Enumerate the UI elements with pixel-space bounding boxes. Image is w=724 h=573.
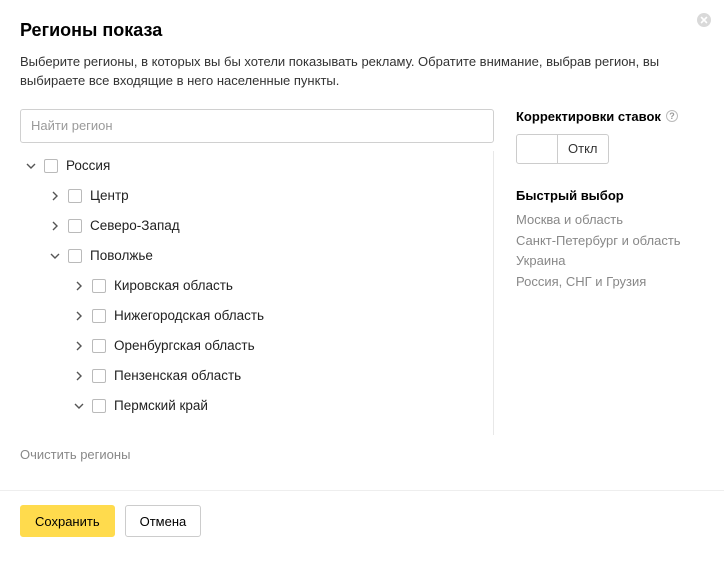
quick-select-title: Быстрый выбор: [516, 188, 696, 203]
bid-percent-input[interactable]: [516, 134, 558, 164]
checkbox[interactable]: [68, 219, 82, 233]
bid-toggle-button[interactable]: Откл: [558, 134, 609, 164]
tree-node-label: Оренбургская область: [114, 338, 255, 353]
chevron-right-icon[interactable]: [72, 279, 86, 293]
quick-link[interactable]: Россия, СНГ и Грузия: [516, 273, 696, 292]
chevron-down-icon[interactable]: [24, 159, 38, 173]
checkbox[interactable]: [92, 369, 106, 383]
search-input[interactable]: [20, 109, 494, 143]
quick-link[interactable]: Украина: [516, 252, 696, 271]
checkbox[interactable]: [92, 309, 106, 323]
chevron-down-icon[interactable]: [48, 249, 62, 263]
tree-node[interactable]: Пензенская область: [20, 361, 491, 391]
checkbox[interactable]: [68, 189, 82, 203]
tree-node-label: Центр: [90, 188, 129, 203]
page-description: Выберите регионы, в которых вы бы хотели…: [20, 53, 696, 91]
quick-link[interactable]: Москва и область: [516, 211, 696, 230]
tree-node-label: Поволжье: [90, 248, 153, 263]
bids-title: Корректировки ставок ?: [516, 109, 696, 124]
tree-node[interactable]: Северо-Запад: [20, 211, 491, 241]
chevron-right-icon[interactable]: [48, 219, 62, 233]
chevron-right-icon[interactable]: [72, 309, 86, 323]
checkbox[interactable]: [68, 249, 82, 263]
region-tree[interactable]: Россия Центр Северо-Запад: [20, 151, 494, 435]
tree-node-label: Кировская область: [114, 278, 233, 293]
tree-node-label: Россия: [66, 158, 110, 173]
tree-node[interactable]: Оренбургская область: [20, 331, 491, 361]
checkbox[interactable]: [44, 159, 58, 173]
tree-node-label: Нижегородская область: [114, 308, 264, 323]
tree-node[interactable]: Россия: [20, 151, 491, 181]
tree-node[interactable]: Кировская область: [20, 271, 491, 301]
close-icon[interactable]: [692, 8, 716, 32]
page-title: Регионы показа: [20, 20, 696, 41]
chevron-right-icon[interactable]: [72, 369, 86, 383]
tree-node-label: Пензенская область: [114, 368, 241, 383]
chevron-right-icon[interactable]: [72, 339, 86, 353]
save-button[interactable]: Сохранить: [20, 505, 115, 537]
tree-node[interactable]: Поволжье: [20, 241, 491, 271]
tree-node-label: Пермский край: [114, 398, 208, 413]
tree-node[interactable]: Пермский край: [20, 391, 491, 421]
quick-link[interactable]: Санкт-Петербург и область: [516, 232, 696, 251]
checkbox[interactable]: [92, 279, 106, 293]
chevron-right-icon[interactable]: [48, 189, 62, 203]
checkbox[interactable]: [92, 399, 106, 413]
chevron-down-icon[interactable]: [72, 399, 86, 413]
tree-node[interactable]: Центр: [20, 181, 491, 211]
tree-node[interactable]: Нижегородская область: [20, 301, 491, 331]
checkbox[interactable]: [92, 339, 106, 353]
tree-node-label: Северо-Запад: [90, 218, 180, 233]
clear-regions-link[interactable]: Очистить регионы: [20, 447, 130, 462]
help-icon[interactable]: ?: [666, 110, 678, 122]
cancel-button[interactable]: Отмена: [125, 505, 202, 537]
